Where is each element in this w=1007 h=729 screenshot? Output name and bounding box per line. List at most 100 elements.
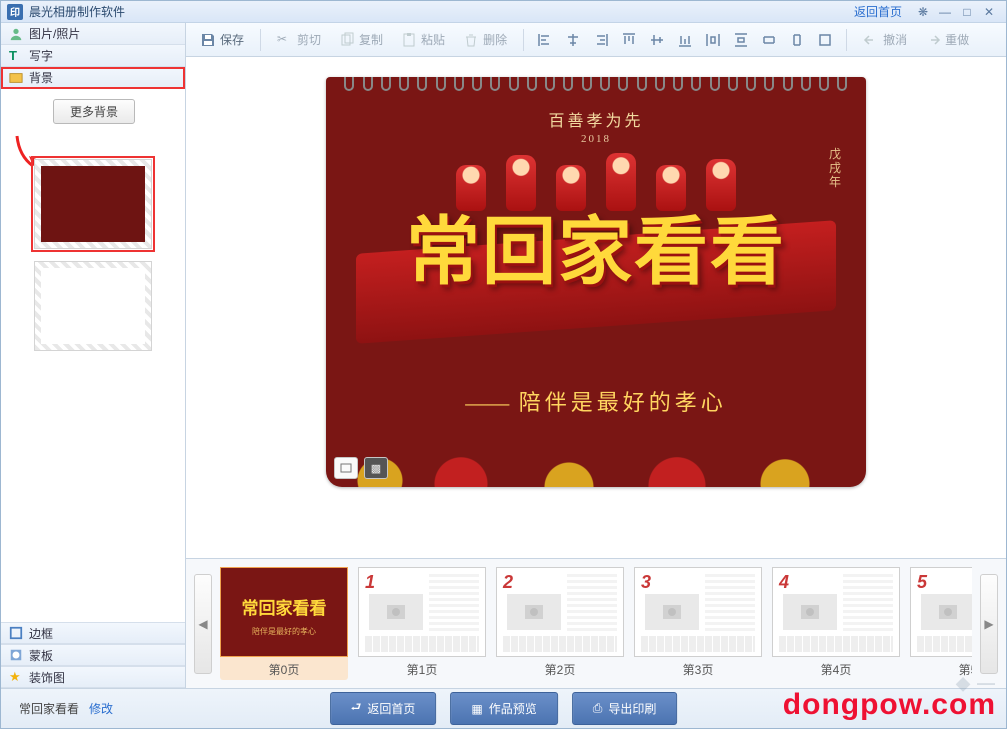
sidebar-bottom: 边框 蒙板 ★ 装饰图	[1, 622, 185, 688]
flower-border	[326, 423, 866, 487]
sidebar-item-label: 背景	[29, 69, 53, 86]
align-left-button[interactable]	[534, 29, 556, 51]
star-icon: ★	[9, 670, 23, 684]
calendar-subtitle: —— 陪伴是最好的孝心	[326, 385, 866, 417]
button-label: 返回首页	[367, 700, 415, 717]
print-icon: ⎙	[593, 701, 603, 716]
sidebar-item-text[interactable]: T 写字	[1, 45, 185, 67]
home-button[interactable]: ⮐ 返回首页	[330, 692, 437, 725]
scissors-icon: ✂	[277, 32, 293, 48]
export-print-button[interactable]: ⎙ 导出印刷	[572, 692, 678, 725]
page-thumb[interactable]: 5第5页	[910, 567, 972, 680]
sidebar-item-decor[interactable]: ★ 装饰图	[1, 666, 185, 688]
titlebar: 印 晨光相册制作软件 返回首页 ❋ — □ ✕	[1, 1, 1006, 23]
sidebar-item-label: 边框	[29, 625, 53, 642]
sidebar-item-border[interactable]: 边框	[1, 622, 185, 644]
preview-button[interactable]: ▦ 作品预览	[450, 692, 557, 725]
separator	[846, 29, 847, 51]
page-label: 第0页	[220, 661, 348, 678]
bottombar: 常回家看看 修改 ⮐ 返回首页 ▦ 作品预览 ⎙ 导出印刷 ◆ — dongpo…	[1, 688, 1006, 728]
spiral-binding	[326, 77, 866, 95]
main-area: 图片/照片 T 写字 背景 更多背景 边框	[1, 23, 1006, 688]
toolbar-label: 重做	[945, 31, 969, 48]
editor-area: 保存 ✂ 剪切 复制 粘贴 删除	[186, 23, 1006, 688]
app-window: 印 晨光相册制作软件 返回首页 ❋ — □ ✕ 图片/照片 T 写字 背景 更多…	[0, 0, 1007, 729]
edit-project-link[interactable]: 修改	[89, 700, 113, 717]
same-height-button[interactable]	[786, 29, 808, 51]
settings-icon[interactable]: ❋	[912, 4, 934, 20]
page-strip: ◀ 常回家看看陪伴是最好的孝心第0页1第1页2第2页3第3页4第4页5第5页 ▶	[186, 558, 1006, 688]
cut-button[interactable]: ✂ 剪切	[271, 28, 327, 51]
toolbar-label: 粘贴	[421, 31, 445, 48]
titlebar-home-link[interactable]: 返回首页	[854, 3, 902, 20]
background-icon	[9, 71, 23, 85]
calendar-canvas[interactable]: 百善孝为先 2018 戊戌年 常回家看看 —— 陪伴是最好的孝心	[326, 77, 866, 487]
watermark-text: dongpow.com	[783, 688, 996, 721]
sidebar: 图片/照片 T 写字 背景 更多背景 边框	[1, 23, 186, 688]
more-backgrounds-button[interactable]: 更多背景	[53, 99, 135, 124]
copy-button[interactable]: 复制	[333, 28, 389, 51]
page-thumb[interactable]: 4第4页	[772, 567, 900, 680]
page-thumb[interactable]: 2第2页	[496, 567, 624, 680]
canvas-tool-buttons: ▩	[334, 457, 388, 479]
redo-icon	[925, 32, 941, 48]
strip-prev-button[interactable]: ◀	[194, 574, 212, 674]
project-info: 常回家看看 修改	[19, 700, 113, 717]
same-size-button[interactable]	[814, 29, 836, 51]
button-label: 作品预览	[489, 700, 537, 717]
align-bottom-button[interactable]	[674, 29, 696, 51]
close-button[interactable]: ✕	[978, 4, 1000, 20]
sidebar-item-photos[interactable]: 图片/照片	[1, 23, 185, 45]
calendar-motto: 百善孝为先	[326, 107, 866, 131]
save-button[interactable]: 保存	[194, 28, 250, 51]
sidebar-item-label: 写字	[29, 47, 53, 64]
paste-button[interactable]: 粘贴	[395, 28, 451, 51]
paste-icon	[401, 32, 417, 48]
align-right-button[interactable]	[590, 29, 612, 51]
sidebar-item-background[interactable]: 背景	[1, 67, 185, 89]
page-label: 第1页	[358, 661, 486, 678]
align-top-button[interactable]	[618, 29, 640, 51]
canvas-tool-rect-icon[interactable]	[334, 457, 358, 479]
sidebar-item-label: 图片/照片	[29, 25, 80, 42]
project-name: 常回家看看	[19, 700, 79, 717]
undo-icon	[863, 32, 879, 48]
watermark: ◆ — dongpow.com	[783, 688, 996, 722]
separator	[260, 29, 261, 51]
strip-next-button[interactable]: ▶	[980, 574, 998, 674]
redo-button[interactable]: 重做	[919, 28, 975, 51]
home-icon: ⮐	[351, 698, 362, 719]
page-thumb[interactable]: 1第1页	[358, 567, 486, 680]
toolbar-label: 撤消	[883, 31, 907, 48]
toolbar: 保存 ✂ 剪切 复制 粘贴 删除	[186, 23, 1006, 57]
trash-icon	[463, 32, 479, 48]
distribute-v-button[interactable]	[730, 29, 752, 51]
border-icon	[9, 626, 23, 640]
save-icon	[200, 32, 216, 48]
background-thumb-white[interactable]	[35, 262, 151, 350]
bottombar-buttons: ⮐ 返回首页 ▦ 作品预览 ⎙ 导出印刷	[330, 692, 678, 725]
align-center-h-button[interactable]	[562, 29, 584, 51]
minimize-button[interactable]: —	[934, 4, 956, 20]
copy-icon	[339, 32, 355, 48]
maximize-button[interactable]: □	[956, 4, 978, 20]
canvas-area: 百善孝为先 2018 戊戌年 常回家看看 —— 陪伴是最好的孝心	[186, 57, 1006, 558]
page-thumb[interactable]: 3第3页	[634, 567, 762, 680]
sidebar-item-mask[interactable]: 蒙板	[1, 644, 185, 666]
sidebar-item-label: 装饰图	[29, 669, 65, 686]
text-icon: T	[9, 49, 23, 63]
preview-icon: ▦	[471, 702, 482, 716]
canvas-tool-image-icon[interactable]: ▩	[364, 457, 388, 479]
distribute-h-button[interactable]	[702, 29, 724, 51]
delete-button[interactable]: 删除	[457, 28, 513, 51]
page-thumb[interactable]: 常回家看看陪伴是最好的孝心第0页	[220, 567, 348, 680]
same-width-button[interactable]	[758, 29, 780, 51]
app-logo-icon: 印	[7, 4, 23, 20]
background-thumb-red[interactable]	[35, 160, 151, 248]
undo-button[interactable]: 撤消	[857, 28, 913, 51]
separator	[523, 29, 524, 51]
align-center-v-button[interactable]	[646, 29, 668, 51]
app-title: 晨光相册制作软件	[29, 3, 854, 20]
mask-icon	[9, 648, 23, 662]
calendar-main-title: 常回家看看	[326, 192, 866, 299]
